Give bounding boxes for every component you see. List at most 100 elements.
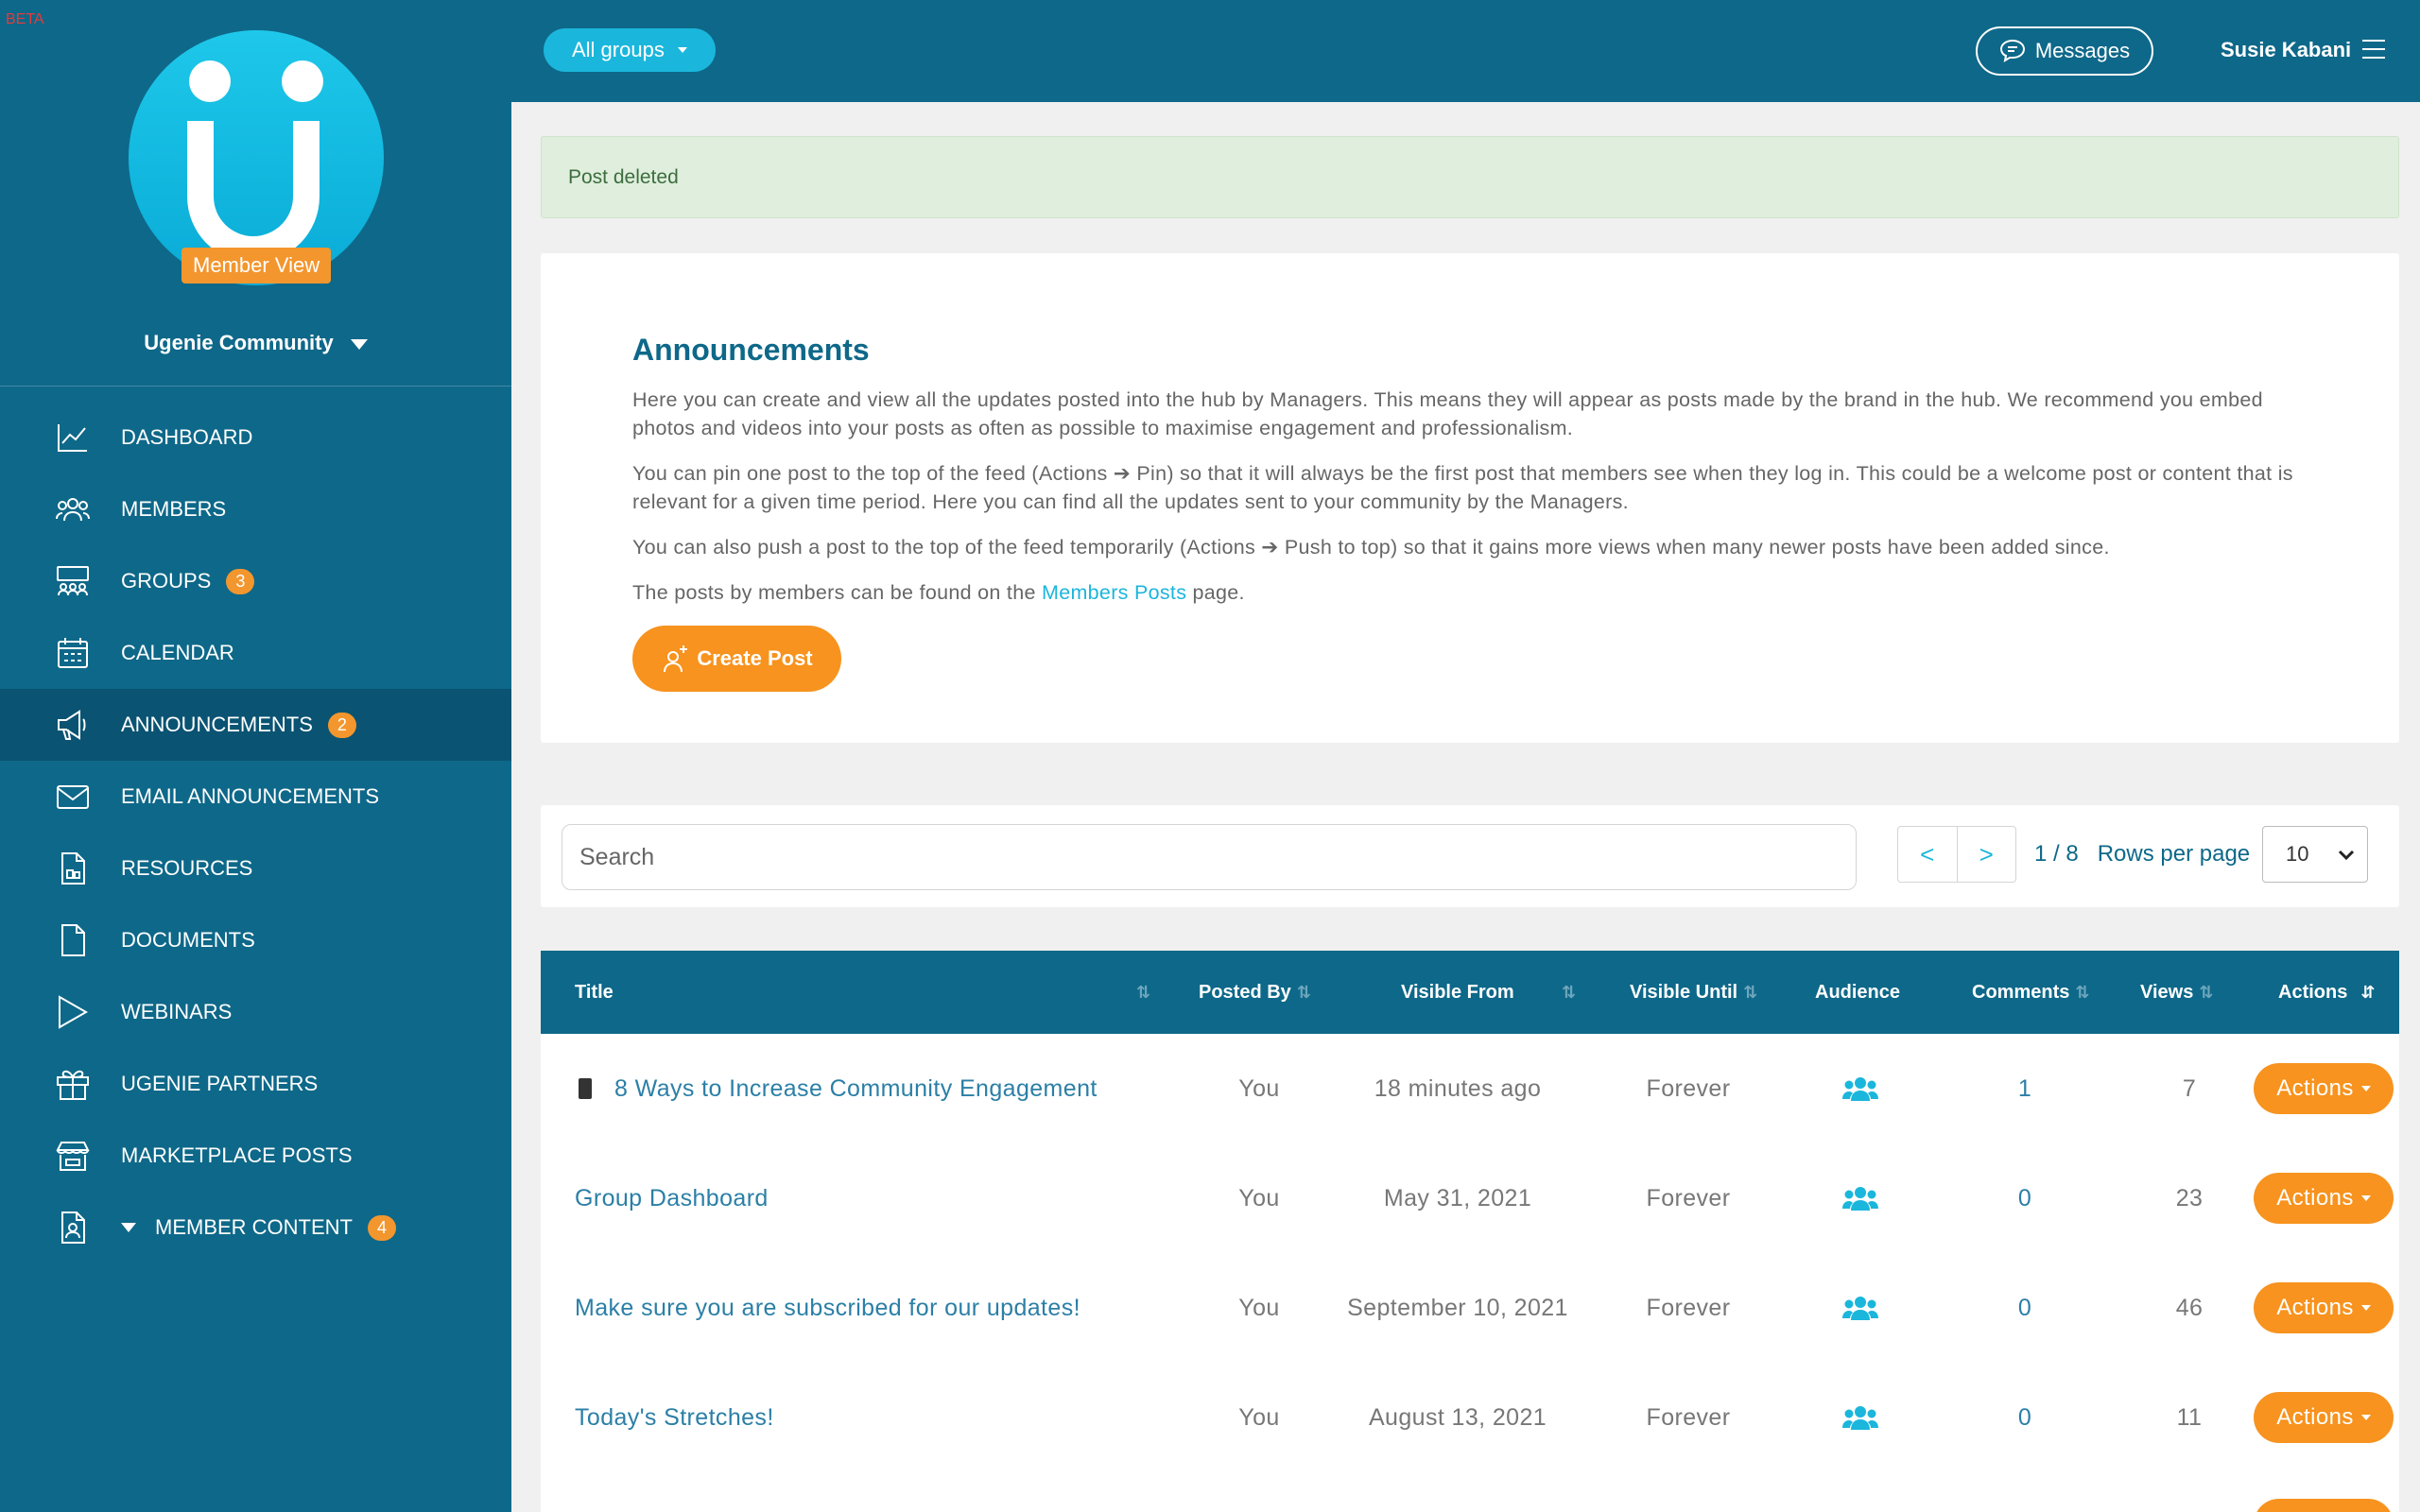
comments-count-link[interactable]: 0: [1921, 1253, 2129, 1363]
page-info: 1 / 8 Rows per page: [2034, 841, 2250, 868]
members-icon: [55, 491, 91, 527]
sort-icon[interactable]: ⇅: [1556, 951, 1576, 1034]
next-page-button[interactable]: >: [1958, 827, 2016, 882]
posted-by-cell: You: [1238, 1184, 1280, 1211]
sidebar-item-groups[interactable]: GROUPS 3: [0, 545, 511, 617]
hamburger-menu-icon[interactable]: [2362, 40, 2385, 65]
audience-group-icon[interactable]: [1785, 1143, 1936, 1253]
post-title-link[interactable]: Today's Stretches!: [575, 1363, 774, 1472]
col-audience: Audience: [1815, 951, 1900, 1034]
sort-icon[interactable]: ⇅: [1131, 951, 1150, 1034]
actions-dropdown-button[interactable]: Actions: [2254, 1063, 2394, 1114]
messages-button[interactable]: Messages: [1976, 26, 2153, 76]
actions-cell: Actions: [2254, 1143, 2394, 1253]
logo-dot-left: [189, 60, 231, 102]
members-posts-link[interactable]: Members Posts: [1042, 581, 1186, 604]
table-row: Make sure you are subscribed for our upd…: [541, 1253, 2399, 1363]
col-visible-from[interactable]: Visible From: [1401, 951, 1514, 1034]
post-title-link[interactable]: Group Dashboard: [575, 1143, 769, 1253]
groups-icon: [55, 563, 91, 599]
prev-page-button[interactable]: <: [1898, 827, 1958, 882]
alert-success: Post deleted: [541, 136, 2399, 218]
header-label: Posted By: [1199, 981, 1291, 1003]
pagination: < >: [1897, 826, 2016, 883]
sidebar-item-announcements[interactable]: ANNOUNCEMENTS 2: [0, 689, 511, 761]
header-label: Visible From: [1401, 981, 1514, 1003]
all-groups-dropdown[interactable]: All groups: [544, 28, 716, 72]
sidebar-nav: DASHBOARD MEMBERS GROUPS 3 CALENDAR ANNO…: [0, 402, 511, 1263]
comments-count-link[interactable]: 0: [1921, 1143, 2129, 1253]
rows-per-page-select[interactable]: 10: [2262, 826, 2368, 883]
announcements-card: Announcements Here you can create and vi…: [541, 253, 2399, 743]
col-title[interactable]: Title: [575, 951, 614, 1034]
visible-from-cell: August 13, 2021: [1368, 1403, 1547, 1431]
resource-file-icon: [55, 850, 91, 886]
sort-icon: ⇅: [1743, 982, 1758, 1002]
sort-desc-icon: ⇵: [2360, 982, 2376, 1002]
actions-dropdown-button[interactable]: [2254, 1499, 2394, 1512]
announcements-table: Title ⇅ Posted By ⇅ Visible From ⇅ Visibl…: [541, 951, 2399, 1512]
views-cell: 7: [2182, 1074, 2197, 1102]
col-posted-by[interactable]: Posted By ⇅: [1199, 951, 1311, 1034]
announcements-badge: 2: [327, 712, 356, 738]
chevron-down-icon[interactable]: [121, 1223, 136, 1232]
search-toolbar: < > 1 / 8 Rows per page 10: [541, 805, 2399, 907]
visible-from-cell: May 31, 2021: [1383, 1184, 1532, 1211]
col-actions[interactable]: Actions ⇵: [2278, 951, 2375, 1034]
sidebar-item-calendar[interactable]: CALENDAR: [0, 617, 511, 689]
beta-label: BETA: [6, 11, 44, 27]
sidebar-item-webinars[interactable]: WEBINARS: [0, 976, 511, 1048]
col-comments[interactable]: Comments ⇅: [1972, 951, 2089, 1034]
audience-group-icon[interactable]: [1785, 1253, 1936, 1363]
sidebar-item-label: EMAIL ANNOUNCEMENTS: [121, 784, 380, 808]
member-content-badge: 4: [368, 1214, 397, 1241]
actions-dropdown-button[interactable]: Actions: [2254, 1392, 2394, 1443]
page-title: Announcements: [632, 333, 870, 367]
comments-count-link[interactable]: 1: [1921, 1034, 2129, 1143]
posted-by-cell: You: [1238, 1403, 1280, 1431]
actions-dropdown-button[interactable]: Actions: [2254, 1173, 2394, 1224]
caret-down-icon: [2360, 1195, 2371, 1201]
col-views[interactable]: Views ⇅: [2140, 951, 2213, 1034]
chat-bubble-icon: [1999, 39, 2025, 63]
search-input[interactable]: [562, 824, 1857, 890]
comments-count-link[interactable]: 0: [1921, 1363, 2129, 1472]
sidebar-item-documents[interactable]: DOCUMENTS: [0, 904, 511, 976]
audience-group-icon[interactable]: [1785, 1363, 1936, 1472]
chevron-down-icon: [350, 338, 368, 350]
sidebar-item-email-announcements[interactable]: EMAIL ANNOUNCEMENTS: [0, 761, 511, 833]
post-title-link[interactable]: Make sure you are subscribed for our upd…: [575, 1253, 1080, 1363]
document-icon: [55, 922, 91, 958]
sidebar-item-label: CALENDAR: [121, 641, 234, 664]
ugenie-logo[interactable]: Member View: [129, 30, 384, 285]
sidebar-item-members[interactable]: MEMBERS: [0, 473, 511, 545]
sidebar-item-label: ANNOUNCEMENTS: [121, 713, 313, 736]
text-fragment: page.: [1186, 581, 1245, 604]
sidebar-item-marketplace-posts[interactable]: MARKETPLACE POSTS: [0, 1120, 511, 1192]
store-icon: [55, 1138, 91, 1174]
sidebar-item-ugenie-partners[interactable]: UGENIE PARTNERS: [0, 1048, 511, 1120]
sidebar-item-label: DASHBOARD: [121, 425, 253, 449]
rows-per-page-value: 10: [2286, 842, 2309, 866]
user-name[interactable]: Susie Kabani: [2221, 38, 2351, 62]
community-name: Ugenie Community: [144, 331, 334, 354]
sidebar-item-label: WEBINARS: [121, 1000, 233, 1023]
create-post-button[interactable]: Create Post: [632, 626, 841, 692]
sidebar-item-label: DOCUMENTS: [121, 928, 255, 952]
community-selector[interactable]: Ugenie Community: [0, 331, 511, 355]
sidebar-item-label: MARKETPLACE POSTS: [121, 1143, 353, 1167]
post-title-link[interactable]: 8 Ways to Increase Community Engagement: [579, 1034, 1098, 1143]
description-paragraph: The posts by members can be found on the…: [632, 578, 2325, 607]
posted-by-cell: You: [1238, 1074, 1280, 1102]
chevron-down-icon: [2338, 850, 2355, 861]
audience-group-icon[interactable]: [1785, 1034, 1936, 1143]
member-view-badge[interactable]: Member View: [182, 248, 332, 284]
sidebar-item-dashboard[interactable]: DASHBOARD: [0, 402, 511, 473]
col-visible-until[interactable]: Visible Until ⇅: [1630, 951, 1757, 1034]
visible-from-cell: 18 minutes ago: [1374, 1074, 1542, 1102]
actions-dropdown-button[interactable]: Actions: [2254, 1282, 2394, 1333]
description-paragraph: You can pin one post to the top of the f…: [632, 462, 2293, 513]
visible-from-cell: September 10, 2021: [1347, 1294, 1568, 1321]
sidebar-item-resources[interactable]: RESOURCES: [0, 833, 511, 904]
sidebar-item-member-content[interactable]: MEMBER CONTENT 4: [0, 1192, 511, 1263]
